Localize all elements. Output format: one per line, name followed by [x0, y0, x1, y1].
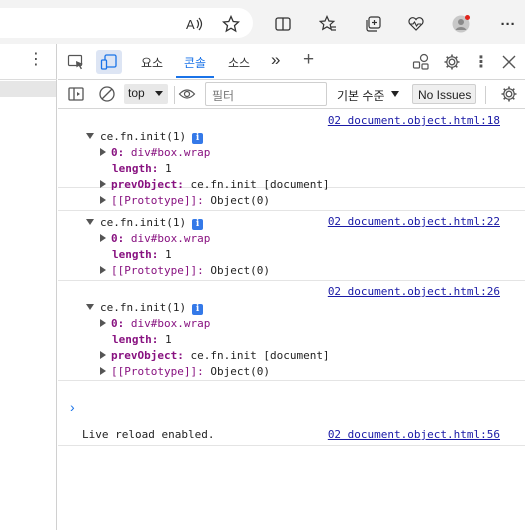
issues-button[interactable]: No Issues	[412, 84, 476, 104]
expand-triangle-icon[interactable]	[100, 319, 106, 327]
devtools-panel: 요소 콘솔 소스 » + ⋮ top 필터 기본 수준 No Issues 02…	[58, 44, 525, 530]
more-tabs-icon[interactable]: »	[271, 50, 280, 70]
object-property[interactable]: prevObject: ce.fn.init [document]	[100, 178, 330, 191]
object-property[interactable]: 0: div#box.wrap	[100, 317, 210, 330]
source-link[interactable]: 02 document.object.html:22	[328, 215, 500, 228]
info-icon[interactable]: i	[192, 304, 204, 315]
profile-avatar-icon[interactable]	[450, 13, 472, 35]
levels-dropdown-icon	[391, 91, 399, 97]
split-screen-icon[interactable]	[272, 13, 294, 35]
filter-input[interactable]: 필터	[205, 82, 327, 106]
active-tab-indicator	[176, 76, 214, 78]
toggle-sidebar-icon[interactable]	[65, 83, 87, 105]
devtools-tab-bar: 요소 콘솔 소스 » + ⋮	[58, 44, 525, 80]
page-topbar: ⋮	[0, 44, 57, 80]
object-property[interactable]: 0: div#box.wrap	[100, 232, 210, 245]
console-log-message: Live reload enabled. 02 document.object.…	[58, 424, 525, 446]
console-toolbar: top 필터 기본 수준 No Issues	[58, 80, 525, 109]
object-property[interactable]: [[Prototype]]: Object(0)	[100, 264, 270, 277]
collections-icon[interactable]	[362, 13, 384, 35]
console-message: 02 document.object.html:22 ce.fn.init(1)…	[58, 211, 525, 281]
object-property[interactable]: prevObject: ce.fn.init [document]	[100, 349, 330, 362]
browser-toolbar: A ···	[0, 0, 525, 44]
console-message: 02 document.object.html:18 ce.fn.init(1)…	[58, 110, 525, 191]
expand-triangle-icon[interactable]	[100, 351, 106, 359]
favorites-icon[interactable]	[317, 13, 339, 35]
svg-text:A: A	[186, 17, 195, 32]
devtools-more-icon[interactable]: ⋮	[470, 51, 492, 73]
read-aloud-icon[interactable]: A	[183, 13, 205, 35]
object-property[interactable]: [[Prototype]]: Object(0)	[100, 365, 270, 378]
expand-triangle-icon[interactable]	[100, 234, 106, 242]
context-dropdown-icon	[155, 91, 163, 96]
object-header[interactable]: ce.fn.init(1) i	[86, 130, 204, 144]
expand-triangle-icon[interactable]	[100, 180, 106, 188]
info-icon[interactable]: i	[192, 133, 204, 144]
tab-console[interactable]: 콘솔	[184, 54, 206, 71]
expand-triangle-icon[interactable]	[100, 266, 106, 274]
collapse-triangle-icon[interactable]	[86, 133, 94, 139]
expand-triangle-icon[interactable]	[100, 367, 106, 375]
object-property: length: 1	[112, 162, 172, 175]
device-emulation-icon[interactable]	[98, 51, 120, 73]
object-property[interactable]: [[Prototype]]: Object(0)	[100, 194, 270, 207]
inspect-element-icon[interactable]	[65, 51, 87, 73]
console-settings-icon[interactable]	[498, 83, 520, 105]
console-message: 02 document.object.html:26 ce.fn.init(1)…	[58, 281, 525, 381]
favorite-star-icon[interactable]	[220, 13, 242, 35]
expand-triangle-icon[interactable]	[100, 148, 106, 156]
object-header[interactable]: ce.fn.init(1) i	[86, 301, 204, 315]
info-icon[interactable]: i	[192, 219, 204, 230]
source-link[interactable]: 02 document.object.html:26	[328, 285, 500, 298]
toolbar-divider	[174, 86, 175, 104]
close-devtools-icon[interactable]	[498, 51, 520, 73]
address-bar[interactable]	[0, 8, 253, 38]
more-icon[interactable]: ···	[497, 13, 519, 35]
browser-essentials-icon[interactable]	[405, 13, 427, 35]
page-highlighted-element	[0, 81, 56, 97]
remote-devices-icon[interactable]	[410, 51, 432, 73]
source-link[interactable]: 02 document.object.html:56	[328, 428, 500, 441]
console-prompt[interactable]: ›	[70, 399, 75, 415]
log-levels-dropdown[interactable]: 기본 수준	[337, 87, 385, 104]
log-text: Live reload enabled.	[82, 428, 215, 441]
page-viewport: ⋮	[0, 44, 57, 530]
page-kebab-icon[interactable]: ⋮	[28, 52, 44, 68]
live-expression-eye-icon[interactable]	[176, 83, 198, 105]
object-header[interactable]: ce.fn.init(1) i	[86, 216, 204, 230]
tab-elements[interactable]: 요소	[141, 54, 163, 71]
object-property[interactable]: 0: div#box.wrap	[100, 146, 210, 159]
clear-console-icon[interactable]	[96, 83, 118, 105]
object-property: length: 1	[112, 333, 172, 346]
source-link[interactable]: 02 document.object.html:18	[328, 114, 500, 127]
add-tab-icon[interactable]: +	[303, 49, 314, 71]
collapse-triangle-icon[interactable]	[86, 304, 94, 310]
collapse-triangle-icon[interactable]	[86, 219, 94, 225]
object-property: length: 1	[112, 248, 172, 261]
tab-sources[interactable]: 소스	[228, 54, 250, 71]
toolbar-divider	[485, 86, 486, 104]
expand-triangle-icon[interactable]	[100, 196, 106, 204]
settings-gear-icon[interactable]	[441, 51, 463, 73]
